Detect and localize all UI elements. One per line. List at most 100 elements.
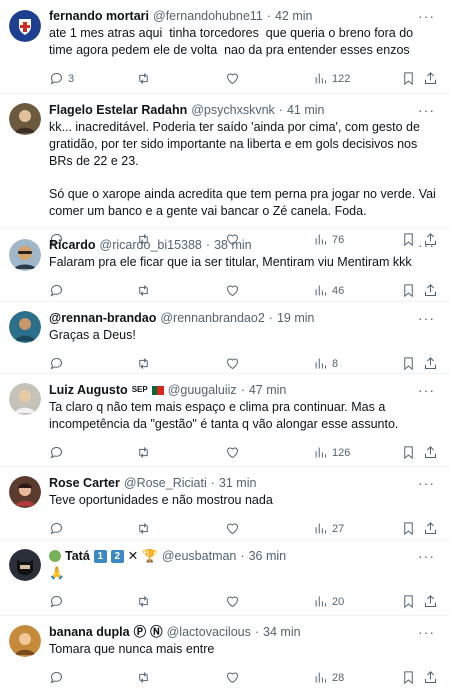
author-handle[interactable]: @Rose_Riciati: [124, 475, 207, 491]
author-name[interactable]: Luiz Augusto: [49, 382, 128, 398]
timestamp[interactable]: 42 min: [275, 8, 313, 24]
like-button[interactable]: [225, 594, 240, 609]
like-button[interactable]: [225, 670, 240, 685]
share-icon: [425, 357, 436, 369]
more-options-icon[interactable]: ···: [418, 548, 435, 564]
bookmark-button[interactable]: [401, 71, 416, 86]
bookmark-button[interactable]: [401, 594, 416, 609]
person-icon: [9, 103, 41, 135]
views-button[interactable]: 46: [313, 283, 344, 298]
author-name[interactable]: Flagelo Estelar Radahn: [49, 102, 187, 118]
author-name[interactable]: Rose Carter: [49, 475, 120, 491]
tweet[interactable]: Rose Carter @Rose_Riciati · 31 min ··· T…: [0, 467, 449, 540]
portugal-flag-icon: [151, 385, 164, 395]
avatar[interactable]: [9, 625, 41, 657]
bookmark-button[interactable]: [401, 521, 416, 536]
bookmark-button[interactable]: [401, 283, 416, 298]
tweet[interactable]: @rennan-brandao @rennanbrandao2 · 19 min…: [0, 302, 449, 374]
timestamp[interactable]: 36 min: [249, 548, 287, 564]
avatar[interactable]: [9, 549, 41, 581]
timestamp[interactable]: 19 min: [277, 310, 315, 326]
reply-button[interactable]: [49, 521, 64, 536]
like-button[interactable]: [225, 521, 240, 536]
bookmark-button[interactable]: [401, 356, 416, 371]
timestamp[interactable]: 41 min: [287, 102, 325, 118]
retweet-button[interactable]: [136, 445, 151, 460]
reply-button[interactable]: [49, 594, 64, 609]
more-options-icon[interactable]: ···: [418, 624, 435, 640]
share-button[interactable]: [423, 71, 438, 86]
reply-button[interactable]: [49, 445, 64, 460]
more-options-icon[interactable]: ···: [418, 237, 435, 253]
bookmark-button[interactable]: [401, 445, 416, 460]
share-button[interactable]: [423, 594, 438, 609]
author-name[interactable]: Ricardo: [49, 237, 96, 253]
like-button[interactable]: [225, 356, 240, 371]
views-button[interactable]: 28: [313, 670, 344, 685]
avatar[interactable]: [9, 311, 41, 343]
analytics-icon: [315, 73, 326, 84]
author-handle[interactable]: @rennanbrandao2: [160, 310, 264, 326]
reply-button[interactable]: [49, 283, 64, 298]
timestamp[interactable]: 34 min: [263, 624, 301, 640]
reply-button[interactable]: [49, 670, 64, 685]
timestamp[interactable]: 31 min: [219, 475, 257, 491]
views-button[interactable]: 126: [313, 445, 350, 460]
retweet-button[interactable]: [136, 356, 151, 371]
like-button[interactable]: [225, 71, 240, 86]
author-handle[interactable]: @psychxskvnk: [191, 102, 275, 118]
timestamp[interactable]: 38 min: [214, 237, 252, 253]
share-button[interactable]: [423, 283, 438, 298]
avatar[interactable]: [9, 239, 41, 271]
retweet-icon: [139, 596, 148, 607]
bookmark-button[interactable]: [401, 670, 416, 685]
reply-button[interactable]: [49, 356, 64, 371]
views-button[interactable]: 122: [313, 71, 350, 86]
heart-icon: [226, 523, 239, 535]
more-options-icon[interactable]: ···: [418, 382, 435, 398]
views-button[interactable]: 8: [313, 356, 338, 371]
more-options-icon[interactable]: ···: [418, 102, 435, 118]
retweet-button[interactable]: [136, 670, 151, 685]
retweet-button[interactable]: [136, 71, 151, 86]
share-button[interactable]: [423, 356, 438, 371]
more-options-icon[interactable]: ···: [418, 8, 435, 24]
avatar[interactable]: [9, 103, 41, 135]
reply-button[interactable]: 3: [49, 71, 74, 86]
views-button[interactable]: 27: [313, 521, 344, 536]
retweet-button[interactable]: [136, 283, 151, 298]
tweet[interactable]: Flagelo Estelar Radahn @psychxskvnk · 41…: [0, 94, 449, 247]
more-options-icon[interactable]: ···: [418, 475, 435, 491]
share-button[interactable]: [423, 521, 438, 536]
retweet-button[interactable]: [136, 594, 151, 609]
author-handle[interactable]: @guugaluiiz: [168, 382, 237, 398]
like-button[interactable]: [225, 445, 240, 460]
timestamp[interactable]: 47 min: [249, 382, 287, 398]
author-name[interactable]: banana dupla: [49, 624, 130, 640]
share-button[interactable]: [423, 670, 438, 685]
tweet-text: Tomara que nunca mais entre: [49, 642, 215, 656]
like-button[interactable]: [225, 283, 240, 298]
retweet-button[interactable]: [136, 521, 151, 536]
author-name[interactable]: @rennan-brandao: [49, 310, 156, 326]
author-name[interactable]: fernando mortari: [49, 8, 149, 24]
more-options-icon[interactable]: ···: [418, 310, 435, 326]
author-handle[interactable]: @eusbatman: [162, 548, 237, 564]
share-button[interactable]: [423, 445, 438, 460]
tweet[interactable]: banana dupla Ⓟ Ⓝ @lactovacilous · 34 min…: [0, 616, 449, 688]
author-handle[interactable]: @fernandohubne11: [153, 8, 263, 24]
tweet[interactable]: fernando mortari @fernandohubne11 · 42 m…: [0, 0, 449, 94]
avatar[interactable]: [9, 10, 41, 42]
author-handle[interactable]: @lactovacilous: [167, 624, 251, 640]
tweet[interactable]: Ricardo @ricardo_bi15388 · 38 min ··· Fa…: [0, 229, 449, 302]
views-button[interactable]: 20: [313, 594, 344, 609]
batman-icon: [9, 549, 41, 581]
avatar[interactable]: [9, 476, 41, 508]
author-name[interactable]: Tatá: [65, 548, 90, 564]
retweet-icon: [139, 285, 148, 296]
author-handle[interactable]: @ricardo_bi15388: [100, 237, 202, 253]
tweet[interactable]: Tatá 1 2 ✕ 🏆 @eusbatman · 36 min ··· 🙏 2…: [0, 540, 449, 616]
person-icon: [9, 383, 41, 415]
avatar[interactable]: [9, 383, 41, 415]
tweet[interactable]: Luiz Augusto SEP @guugaluiiz · 47 min ··…: [0, 374, 449, 467]
